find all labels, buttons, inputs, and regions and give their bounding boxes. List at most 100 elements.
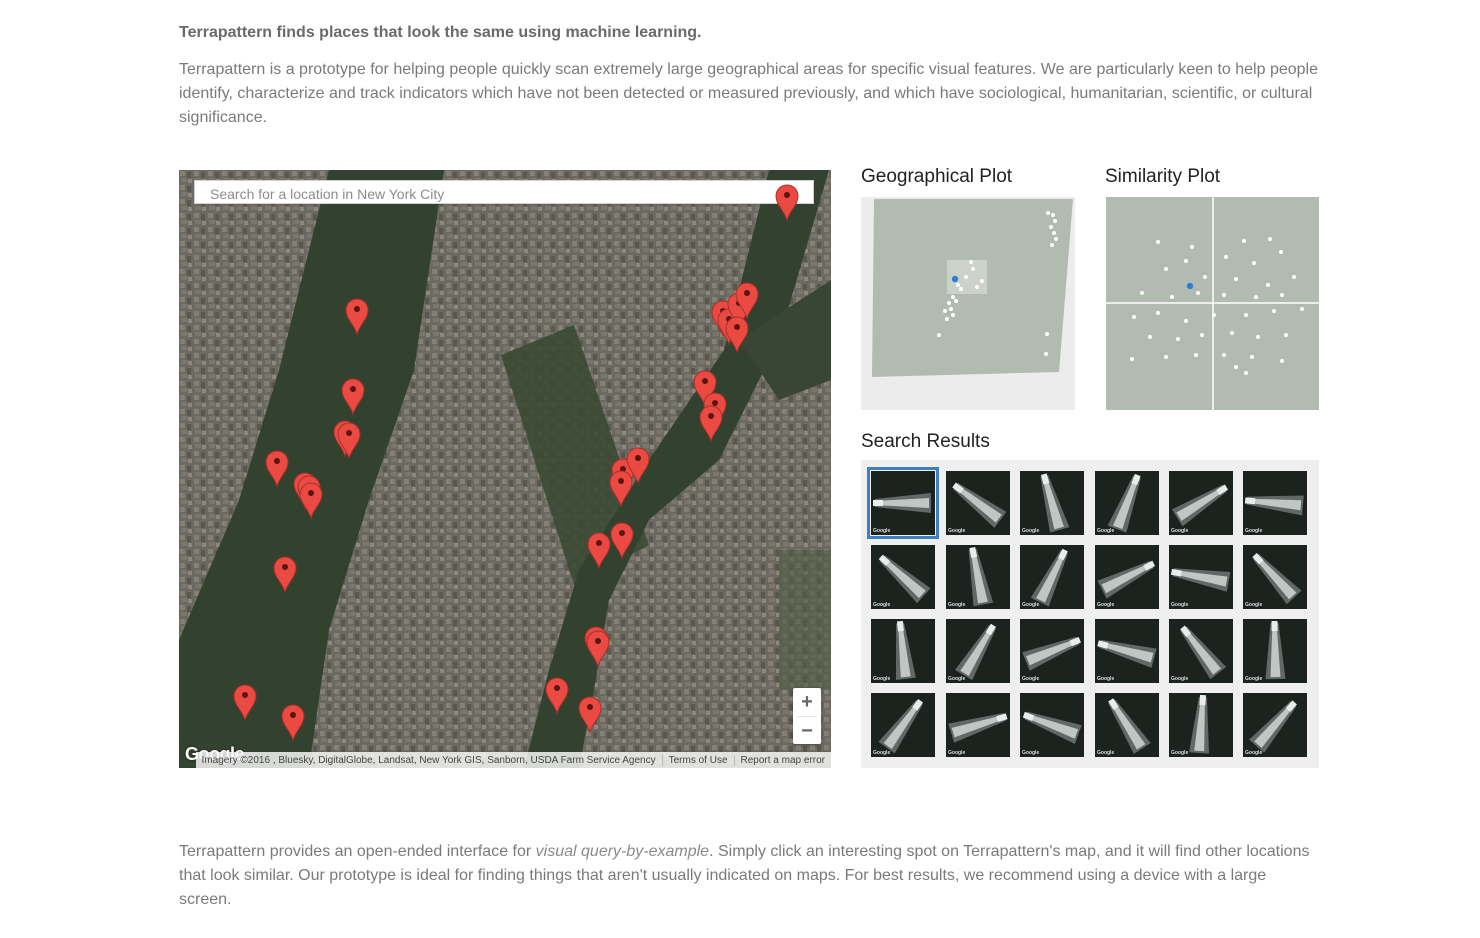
boat-wake-image (895, 620, 916, 680)
result-thumbnail[interactable]: Google (1095, 619, 1159, 683)
plot-point (943, 309, 947, 313)
plot-point (1256, 335, 1260, 339)
plot-point (937, 333, 941, 337)
thumbnail-watermark: Google (1022, 750, 1040, 756)
selected-point (951, 275, 959, 283)
result-thumbnail[interactable]: Google (1169, 619, 1233, 683)
thumbnail-watermark: Google (1097, 750, 1115, 756)
search-results-title: Search Results (861, 431, 990, 452)
plot-point (1250, 355, 1254, 359)
plot-point (1300, 307, 1304, 311)
thumbnail-watermark: Google (1022, 676, 1040, 682)
plot-point (1244, 371, 1248, 375)
plot-point (1222, 293, 1226, 297)
intro-paragraph: Terrapattern is a prototype for helping … (179, 61, 1318, 126)
thumbnail-watermark: Google (1245, 528, 1263, 534)
report-error-link[interactable]: Report a map error (735, 755, 831, 766)
boat-wake-image (1107, 473, 1141, 533)
plot-point (1156, 240, 1160, 244)
map-attribution-bar: Imagery ©2016 , Bluesky, DigitalGlobe, L… (195, 752, 831, 768)
result-thumbnail[interactable]: Google (946, 545, 1010, 609)
plot-point (1196, 291, 1200, 295)
thumbnail-watermark: Google (1245, 676, 1263, 682)
plot-point (1051, 213, 1055, 217)
similarity-plot[interactable] (1106, 197, 1319, 410)
plot-point (945, 317, 949, 321)
plot-point (1052, 231, 1056, 235)
result-thumbnail[interactable]: Google (1243, 619, 1307, 683)
zoom-out-button[interactable]: − (793, 717, 821, 745)
map-pin-icon (699, 405, 723, 443)
plot-point (956, 283, 960, 287)
result-thumbnail[interactable]: Google (867, 467, 939, 539)
satellite-map[interactable]: + − Google Imagery ©2016 , Bluesky, Digi… (179, 170, 831, 768)
geo-plot-title: Geographical Plot (861, 166, 1013, 187)
thumbnail-watermark: Google (1171, 750, 1189, 756)
boat-wake-image (955, 623, 997, 681)
thumbnail-watermark: Google (948, 602, 966, 608)
boat-wake-image (1249, 700, 1297, 753)
geo-plot-canvas (872, 199, 1073, 377)
plot-point (1184, 319, 1188, 323)
result-thumbnail[interactable]: Google (1243, 545, 1307, 609)
result-thumbnail[interactable]: Google (871, 545, 935, 609)
map-pin-icon (341, 378, 365, 416)
plot-point (1280, 359, 1284, 363)
thumbnail-watermark: Google (948, 676, 966, 682)
plot-point (1164, 267, 1168, 271)
plot-point (1054, 237, 1058, 241)
zoom-in-button[interactable]: + (793, 688, 821, 716)
result-thumbnail[interactable]: Google (1095, 471, 1159, 535)
boat-wake-image (1265, 620, 1286, 680)
map-pin-icon (609, 470, 633, 508)
result-thumbnail[interactable]: Google (1095, 693, 1159, 757)
plot-point (1170, 295, 1174, 299)
map-pin-icon (233, 684, 257, 722)
plot-point (1044, 352, 1048, 356)
result-thumbnail[interactable]: Google (1020, 471, 1084, 535)
geographical-plot[interactable] (861, 197, 1075, 410)
result-thumbnail[interactable]: Google (1020, 545, 1084, 609)
result-thumbnail[interactable]: Google (1243, 471, 1307, 535)
result-thumbnail[interactable]: Google (1169, 471, 1233, 535)
plot-point (1234, 277, 1238, 281)
plot-point (1184, 259, 1188, 263)
result-thumbnail[interactable]: Google (871, 693, 935, 757)
result-thumbnail[interactable]: Google (1095, 545, 1159, 609)
plot-point (1130, 357, 1134, 361)
plot-point (1132, 315, 1136, 319)
plot-point (951, 313, 955, 317)
plot-point (1224, 255, 1228, 259)
plot-point (947, 301, 951, 305)
plot-point (1176, 337, 1180, 341)
result-thumbnail[interactable]: Google (1169, 545, 1233, 609)
plot-point (1284, 333, 1288, 337)
plot-point (1222, 353, 1226, 357)
result-thumbnail[interactable]: Google (1020, 693, 1084, 757)
map-pin-icon (610, 522, 634, 560)
map-pin-icon (265, 450, 289, 488)
plot-point (1164, 355, 1168, 359)
result-thumbnail[interactable]: Google (946, 619, 1010, 683)
terms-link[interactable]: Terms of Use (663, 754, 735, 766)
selected-point (1186, 282, 1194, 290)
query-by-example-link[interactable]: visual query-by-example (536, 843, 709, 860)
boat-wake-image (1189, 694, 1210, 754)
plot-point (1280, 293, 1284, 297)
result-thumbnail[interactable]: Google (946, 693, 1010, 757)
result-thumbnail[interactable]: Google (1169, 693, 1233, 757)
thumbnail-watermark: Google (873, 676, 891, 682)
plot-point (951, 295, 955, 299)
plot-point (1292, 275, 1296, 279)
outro-paragraph: Terrapattern provides an open-ended inte… (179, 840, 1319, 912)
headline: Terrapattern finds places that look the … (179, 24, 702, 41)
thumbnail-watermark: Google (1097, 528, 1115, 534)
result-thumbnail[interactable]: Google (871, 619, 935, 683)
result-thumbnail[interactable]: Google (946, 471, 1010, 535)
result-thumbnail[interactable]: Google (1243, 693, 1307, 757)
boat-wake-image (1022, 636, 1081, 671)
boat-wake-image (1252, 553, 1302, 605)
result-thumbnail[interactable]: Google (1020, 619, 1084, 683)
thumbnail-watermark: Google (948, 528, 966, 534)
boat-wake-image (1171, 484, 1229, 527)
